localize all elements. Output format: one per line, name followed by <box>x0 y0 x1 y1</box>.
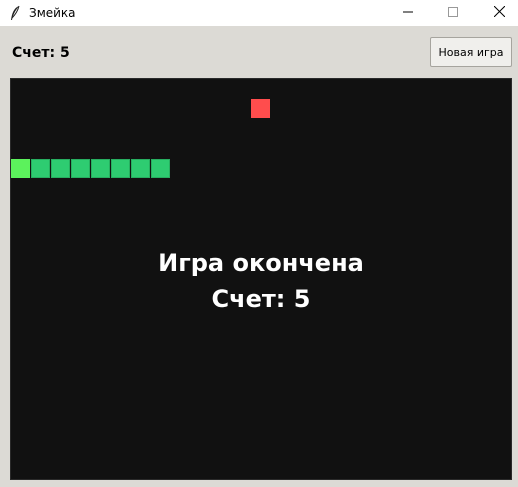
minimize-button[interactable] <box>385 0 431 26</box>
game-over-title: Игра окончена <box>158 249 364 277</box>
title-bar: Змейка <box>0 0 518 26</box>
maximize-button[interactable] <box>430 0 476 26</box>
snake-segment <box>111 159 130 178</box>
feather-icon <box>9 5 21 21</box>
snake-segment <box>151 159 170 178</box>
score-label: Счет: 5 <box>12 45 70 61</box>
snake-segment <box>71 159 90 178</box>
toolbar: Счет: 5 Новая игра <box>0 26 518 78</box>
game-canvas[interactable]: Игра окончена Счет: 5 <box>10 78 512 480</box>
minimize-icon <box>403 4 413 22</box>
maximize-icon <box>448 4 458 22</box>
snake-segment <box>31 159 50 178</box>
food <box>251 99 270 118</box>
snake-segment <box>131 159 150 178</box>
app-window: Змейка Счет: 5 Новая игра Игра окончена … <box>0 0 518 487</box>
window-title: Змейка <box>29 6 76 20</box>
snake-head <box>11 159 30 178</box>
close-button[interactable] <box>476 0 518 26</box>
game-over-score: Счет: 5 <box>211 285 311 313</box>
new-game-button[interactable]: Новая игра <box>430 37 512 67</box>
close-icon <box>493 4 505 22</box>
snake-segment <box>91 159 110 178</box>
game-over-message: Игра окончена Счет: 5 <box>11 245 511 317</box>
snake-segment <box>51 159 70 178</box>
